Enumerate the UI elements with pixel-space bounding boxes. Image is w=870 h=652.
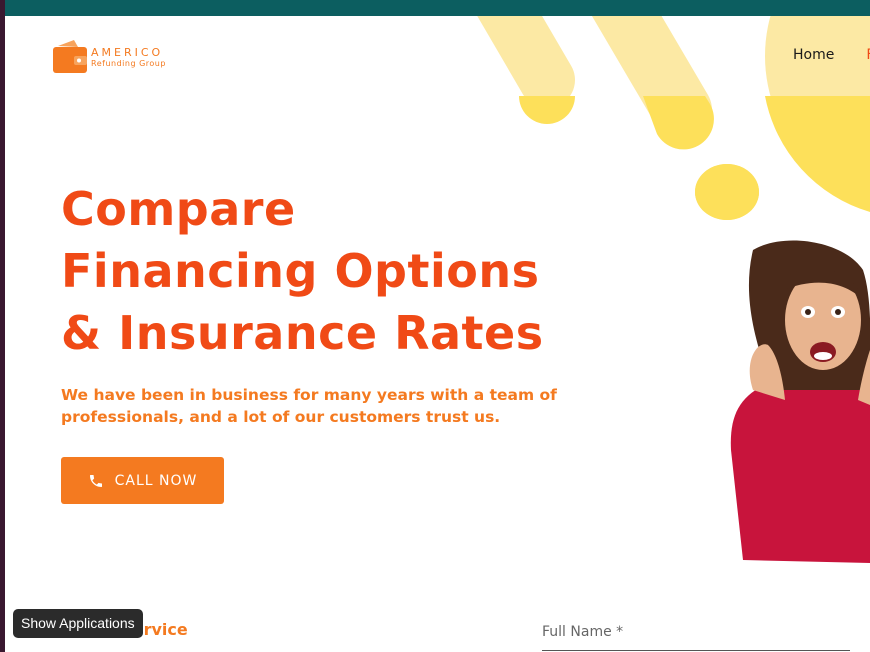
hero-title-line: Compare [61, 182, 296, 236]
show-applications-tooltip: Show Applications [13, 609, 143, 638]
full-name-input[interactable] [542, 614, 850, 651]
hero-title: Compare Financing Options & Insurance Ra… [61, 178, 544, 364]
brand-logo[interactable]: AMERICO Refunding Group [52, 38, 166, 74]
hero-title-line: Financing Options [61, 244, 540, 298]
nav-item-partial[interactable]: F [866, 47, 870, 63]
top-bar [5, 0, 870, 16]
wallet-icon [53, 40, 87, 73]
brand-name: AMERICO [91, 46, 164, 59]
call-now-label: CALL NOW [114, 472, 198, 489]
hero-title-line: & Insurance Rates [61, 306, 544, 360]
web-page: AMERICO Refunding Group Home F Compare F… [5, 0, 870, 652]
brand-subtitle: Refunding Group [91, 59, 166, 68]
main-nav: Home F [793, 47, 870, 63]
hero-person-image [730, 240, 870, 563]
call-now-button[interactable]: CALL NOW [61, 457, 224, 504]
hero-subtitle: We have been in business for many years … [61, 386, 557, 426]
phone-icon [89, 474, 102, 487]
nav-home[interactable]: Home [793, 47, 834, 63]
